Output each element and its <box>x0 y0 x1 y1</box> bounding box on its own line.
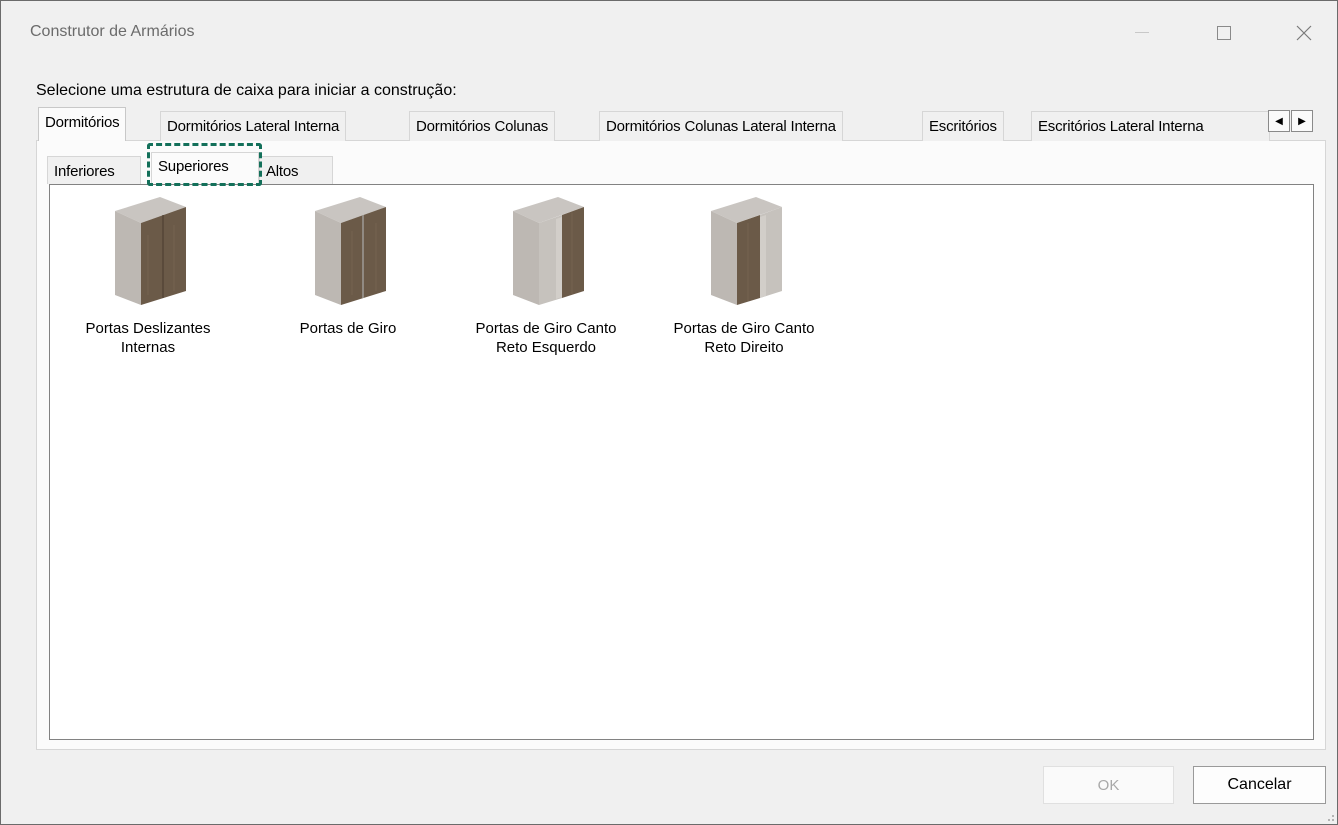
tab-dormitorios-colunas[interactable]: Dormitórios Colunas <box>409 111 556 141</box>
tab-scroll-right-button[interactable]: ▶ <box>1291 110 1313 132</box>
title-bar: Construtor de Armários <box>1 1 1337 63</box>
tab-escritorios[interactable]: Escritórios <box>922 111 1004 141</box>
subtab-inferiores[interactable]: Inferiores <box>47 156 141 184</box>
item-label: Portas de Giro Canto Reto Esquerdo <box>475 320 617 356</box>
tab-scroll-left-button[interactable]: ◀ <box>1268 110 1290 132</box>
tab-dormitorios-lateral-interna[interactable]: Dormitórios Lateral Interna <box>160 111 347 141</box>
minimize-icon <box>1135 32 1149 33</box>
cabinet-item-hinged-doors[interactable]: Portas de Giro <box>258 195 438 338</box>
ok-button[interactable]: OK <box>1043 766 1174 804</box>
cabinet-corner-left-icon <box>513 197 584 305</box>
item-label: Portas de Giro Canto Reto Direito <box>673 320 815 356</box>
maximize-icon <box>1217 26 1231 40</box>
minimize-button[interactable] <box>1119 15 1165 51</box>
cancel-button[interactable]: Cancelar <box>1193 766 1326 804</box>
tab-dormitorios[interactable]: Dormitórios <box>38 107 127 141</box>
cabinet-item-sliding-doors[interactable]: Portas Deslizantes Internas <box>58 195 238 357</box>
subtab-altos[interactable]: Altos <box>259 156 333 184</box>
window-title: Construtor de Armários <box>30 23 195 40</box>
close-button[interactable] <box>1281 15 1327 51</box>
instruction-text: Selecione uma estrutura de caixa para in… <box>36 82 457 99</box>
resize-grip-icon[interactable] <box>1325 812 1335 822</box>
cabinet-item-corner-right[interactable]: Portas de Giro Canto Reto Direito <box>654 195 834 357</box>
tab-escritorios-lateral-interna[interactable]: Escritórios Lateral Interna <box>1031 111 1270 141</box>
arrow-right-icon: ▶ <box>1298 115 1306 127</box>
tab-scroll-arrows: ◀ ▶ <box>1268 110 1314 132</box>
close-icon <box>1296 25 1312 41</box>
item-label: Portas de Giro <box>299 320 397 337</box>
maximize-button[interactable] <box>1201 15 1247 51</box>
cabinet-sliding-doors-icon <box>115 197 186 305</box>
item-label: Portas Deslizantes Internas <box>85 320 211 356</box>
arrow-left-icon: ◀ <box>1275 115 1283 127</box>
subtab-superiores[interactable]: Superiores <box>151 152 259 184</box>
tab-dormitorios-colunas-lateral-interna[interactable]: Dormitórios Colunas Lateral Interna <box>599 111 843 141</box>
cabinet-hinged-doors-icon <box>315 197 386 305</box>
cabinet-corner-right-icon <box>711 197 782 305</box>
cabinet-item-corner-left[interactable]: Portas de Giro Canto Reto Esquerdo <box>456 195 636 357</box>
